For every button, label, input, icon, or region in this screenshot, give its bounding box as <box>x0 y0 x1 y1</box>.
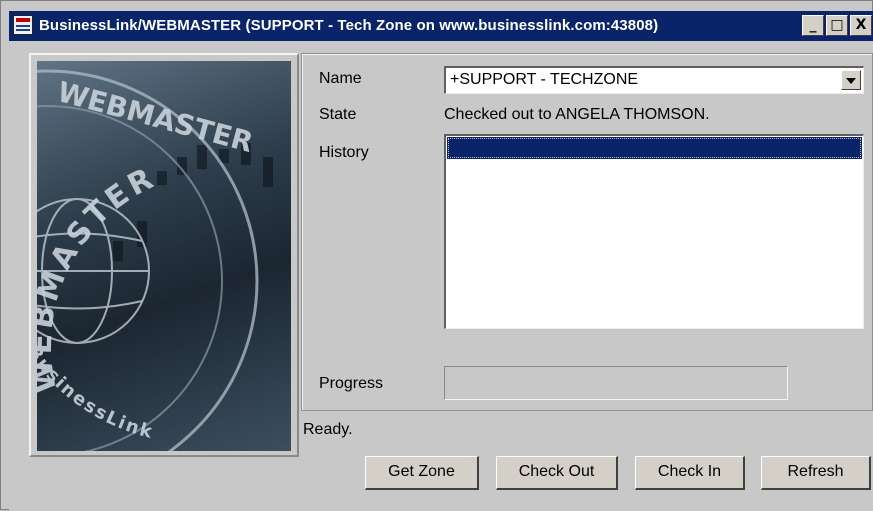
zone-details-panel: Name +SUPPORT - TECHZONE State Checked o… <box>301 53 873 411</box>
seal-lettering: WEBMASTER WEBMASTER BusinessLink <box>37 75 257 443</box>
history-list[interactable] <box>444 134 864 329</box>
app-icon[interactable] <box>13 15 33 35</box>
name-dropdown[interactable]: +SUPPORT - TECHZONE <box>444 66 864 94</box>
window-title: BusinessLink/WEBMASTER (SUPPORT - Tech Z… <box>39 17 659 34</box>
maximize-button[interactable]: □ <box>826 15 848 36</box>
history-selected-row[interactable] <box>447 137 862 159</box>
state-value: Checked out to ANGELA THOMSON. <box>444 106 710 123</box>
svg-text:WEBMASTER: WEBMASTER <box>54 75 257 159</box>
name-selected-value: +SUPPORT - TECHZONE <box>450 71 639 88</box>
seal-artwork: WEBMASTER WEBMASTER BusinessLink <box>37 69 273 451</box>
minimize-button[interactable]: _ <box>802 15 824 36</box>
dialog-content: WEBMASTER WEBMASTER BusinessLink Name +S… <box>9 41 873 511</box>
dropdown-arrow-button[interactable] <box>841 70 861 90</box>
app-window: BusinessLink/WEBMASTER (SUPPORT - Tech Z… <box>0 0 873 511</box>
check-out-button[interactable]: Check Out <box>496 456 618 490</box>
chevron-down-icon <box>846 78 856 84</box>
logo-frame: WEBMASTER WEBMASTER BusinessLink <box>29 53 299 457</box>
history-label: History <box>319 144 369 161</box>
webmaster-seal-image: WEBMASTER WEBMASTER BusinessLink <box>37 61 291 451</box>
state-label: State <box>319 106 357 123</box>
close-button[interactable]: X <box>850 15 872 36</box>
progress-label: Progress <box>319 375 384 392</box>
name-label: Name <box>319 70 362 87</box>
svg-text:WEBMASTER: WEBMASTER <box>37 160 162 396</box>
check-in-button[interactable]: Check In <box>635 456 745 490</box>
title-bar[interactable]: BusinessLink/WEBMASTER (SUPPORT - Tech Z… <box>9 11 873 41</box>
progress-bar <box>444 366 788 400</box>
refresh-button[interactable]: Refresh <box>761 456 871 490</box>
status-text: Ready. <box>303 421 353 438</box>
get-zone-button[interactable]: Get Zone <box>365 456 479 490</box>
